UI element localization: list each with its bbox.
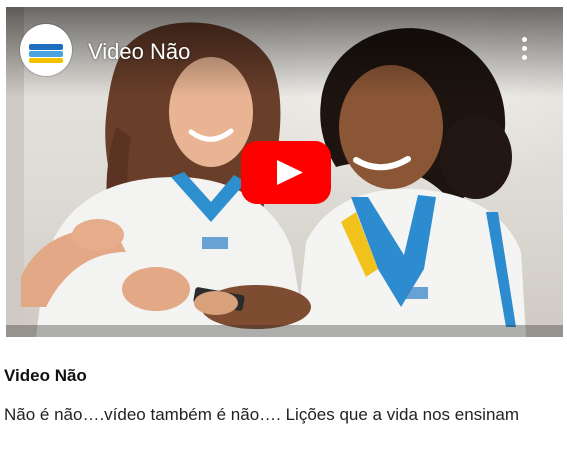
vertical-ellipsis-icon[interactable] [519, 37, 529, 63]
post-description: Não é não….vídeo também é não…. Lições q… [4, 405, 520, 424]
post-title: Video Não [4, 366, 87, 385]
channel-logo-stripe [29, 44, 63, 50]
video-player[interactable]: Video Não [6, 7, 563, 337]
youtube-play-icon[interactable] [241, 141, 331, 204]
player-video-title[interactable]: Video Não [88, 39, 190, 65]
channel-logo-stripe [29, 51, 63, 57]
channel-logo[interactable] [20, 24, 72, 76]
channel-logo-stripe [29, 58, 63, 63]
